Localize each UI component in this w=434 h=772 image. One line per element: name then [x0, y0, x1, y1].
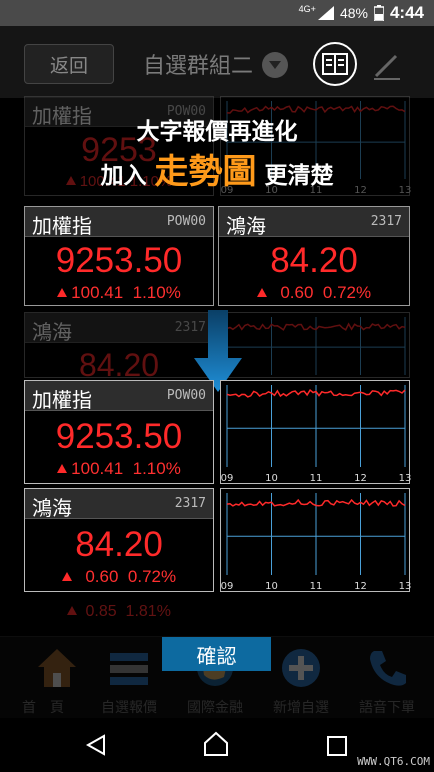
tick-label: 09	[221, 473, 233, 484]
home-icon	[38, 649, 76, 687]
tick-label: 09	[221, 581, 233, 592]
chart-view-toggle-icon[interactable]	[313, 42, 357, 86]
trend-chart-taiex[interactable]: 09 10 11 12 13	[220, 380, 411, 484]
signal-icon	[317, 6, 334, 20]
battery-icon	[373, 5, 384, 21]
tick-label: 10	[265, 473, 278, 484]
chevron-down-icon[interactable]	[262, 52, 288, 78]
overlay-headline: 大字報價再進化	[136, 119, 298, 145]
add-icon	[282, 649, 320, 687]
list-icon	[110, 653, 148, 685]
tick-label: 11	[310, 473, 323, 484]
confirm-button[interactable]: 確認	[162, 637, 271, 671]
list-quote-honhai[interactable]: 鴻海 2317 84.20 0.60 0.72%	[24, 488, 214, 592]
nav-home[interactable]: 首 頁	[0, 637, 86, 719]
watermark: WWW.QT6.COM	[357, 755, 430, 768]
nav-voice-order[interactable]: 語音下單	[344, 637, 430, 719]
group-title[interactable]: 自選群組二	[143, 48, 253, 80]
tick-label: 12	[354, 473, 367, 484]
list-quote-taiex[interactable]: 加權指 POW00 9253.50 100.41 1.10%	[24, 380, 214, 484]
home-circle-icon[interactable]	[203, 731, 229, 757]
phone-icon	[370, 651, 406, 686]
status-icons: 4G+ 48% 4:44	[299, 0, 424, 26]
back-button[interactable]: 返回	[24, 44, 114, 84]
tick-label: 13	[399, 473, 411, 484]
bg-quote-partial: 0.85 1.81%	[24, 603, 214, 625]
edit-icon[interactable]	[370, 48, 404, 82]
clock: 4:44	[389, 3, 424, 22]
trend-chart-honhai[interactable]: 09 10 11 12 13	[220, 488, 411, 592]
quote-card-taiex[interactable]: 加權指 POW00 9253.50 100.41 1.10%	[24, 206, 214, 306]
network-type: 4G+	[298, 4, 316, 14]
bg-quote-row: 鴻海 2317 84.20	[24, 312, 214, 383]
quote-card-honhai[interactable]: 鴻海 2317 84.20 0.60 0.72%	[218, 206, 410, 306]
back-triangle-icon[interactable]	[84, 733, 108, 757]
tick-label: 11	[310, 581, 323, 592]
tick-label: 13	[399, 581, 411, 592]
recents-square-icon[interactable]	[326, 735, 348, 757]
nav-watchlist[interactable]: 自選報價	[86, 637, 172, 719]
overlay-subheadline: 加入 走勢圖 更清楚	[100, 152, 334, 192]
bg-mini-chart-2	[220, 312, 410, 378]
tick-label: 10	[265, 581, 278, 592]
tick-label: 12	[354, 581, 367, 592]
battery-percent: 48%	[339, 5, 368, 21]
